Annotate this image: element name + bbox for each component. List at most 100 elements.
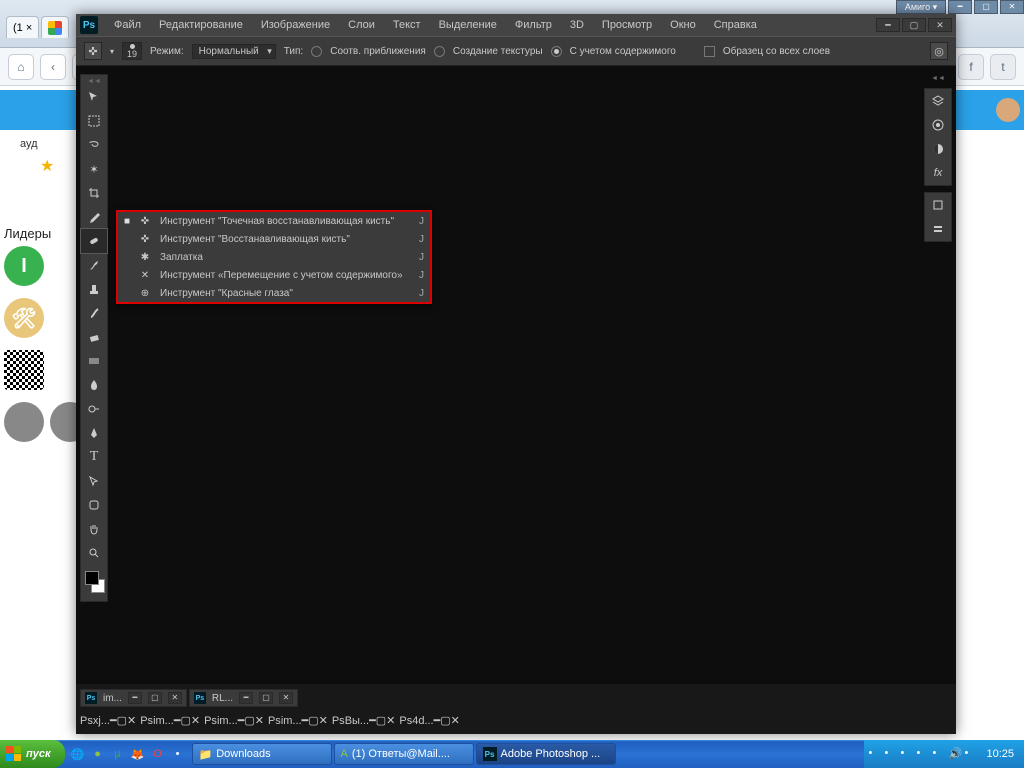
history-panel-icon[interactable] bbox=[925, 193, 951, 217]
taskbar-item-downloads[interactable]: 📁 Downloads bbox=[192, 743, 332, 765]
menu-help[interactable]: Справка bbox=[706, 16, 765, 34]
ps-maximize[interactable]: ▢ bbox=[902, 18, 926, 32]
adjustments-panel-icon[interactable] bbox=[925, 137, 951, 161]
flyout-item-patch[interactable]: ✱ Заплатка J bbox=[118, 248, 430, 266]
doc-tab[interactable]: Ps4d...━▢✕ bbox=[399, 714, 460, 727]
taskbar-item-photoshop[interactable]: Ps Adobe Photoshop ... bbox=[476, 743, 616, 765]
start-button[interactable]: пуск bbox=[0, 740, 65, 768]
lasso-tool[interactable] bbox=[81, 133, 107, 157]
eyedropper-tool[interactable] bbox=[81, 205, 107, 229]
tray-clock[interactable]: 10:25 bbox=[980, 748, 1020, 760]
chevron-down-icon[interactable]: ▾ bbox=[110, 47, 114, 56]
doc-tab[interactable]: PsВы...━▢✕ bbox=[332, 714, 396, 727]
ql-unknown-icon[interactable]: • bbox=[169, 745, 187, 763]
avatar[interactable]: I bbox=[4, 246, 44, 286]
tray-icon[interactable]: • bbox=[884, 747, 898, 761]
flyout-item-spot-healing[interactable]: ■ ✜ Инструмент "Точечная восстанавливающ… bbox=[118, 212, 430, 230]
tool-preset-icon[interactable]: ✜ bbox=[84, 42, 102, 60]
channels-panel-icon[interactable] bbox=[925, 113, 951, 137]
blur-tool[interactable] bbox=[81, 373, 107, 397]
avatar[interactable] bbox=[4, 350, 44, 390]
ql-firefox-icon[interactable]: 🦊 bbox=[129, 745, 147, 763]
menu-select[interactable]: Выделение bbox=[431, 16, 505, 34]
eraser-tool[interactable] bbox=[81, 325, 107, 349]
properties-panel-icon[interactable] bbox=[925, 217, 951, 241]
radio-proximity[interactable] bbox=[311, 46, 322, 57]
history-brush-tool[interactable] bbox=[81, 301, 107, 325]
browser-tab[interactable] bbox=[41, 16, 69, 38]
ps-minimize[interactable]: ━ bbox=[876, 18, 900, 32]
browser-maximize[interactable]: ▢ bbox=[974, 0, 998, 14]
stamp-tool[interactable] bbox=[81, 277, 107, 301]
taskbar-item-mail[interactable]: A (1) Ответы@Mail.... bbox=[334, 743, 474, 765]
menu-image[interactable]: Изображение bbox=[253, 16, 338, 34]
flyout-item-red-eye[interactable]: ⊕ Инструмент "Красные глаза" J bbox=[118, 284, 430, 302]
avatar[interactable]: 🛠 bbox=[4, 298, 44, 338]
browser-minimize[interactable]: ━ bbox=[948, 0, 972, 14]
doc-tab-close[interactable]: ✕ bbox=[168, 692, 182, 704]
crop-tool[interactable] bbox=[81, 181, 107, 205]
ql-opera-icon[interactable]: O bbox=[149, 745, 167, 763]
tray-icon[interactable]: • bbox=[932, 747, 946, 761]
dodge-tool[interactable] bbox=[81, 397, 107, 421]
wand-tool[interactable]: ✶ bbox=[81, 157, 107, 181]
path-select-tool[interactable] bbox=[81, 469, 107, 493]
doc-tab-max[interactable]: ▢ bbox=[148, 692, 162, 704]
layers-panel-icon[interactable] bbox=[925, 89, 951, 113]
menu-view[interactable]: Просмотр bbox=[594, 16, 660, 34]
brush-tool[interactable] bbox=[81, 253, 107, 277]
healing-brush-tool[interactable] bbox=[81, 229, 107, 253]
tray-icon[interactable]: • bbox=[916, 747, 930, 761]
menu-file[interactable]: Файл bbox=[106, 16, 149, 34]
doc-tab[interactable]: Ps im... ━ ▢ ✕ bbox=[80, 689, 187, 707]
doc-tab-max[interactable]: ▢ bbox=[259, 692, 273, 704]
home-button[interactable]: ⌂ bbox=[8, 54, 34, 80]
menu-layer[interactable]: Слои bbox=[340, 16, 383, 34]
shape-tool[interactable] bbox=[81, 493, 107, 517]
radio-texture[interactable] bbox=[434, 46, 445, 57]
menu-edit[interactable]: Редактирование bbox=[151, 16, 251, 34]
amigo-menu[interactable]: Амиго ▾ bbox=[896, 0, 946, 14]
sample-all-checkbox[interactable] bbox=[704, 46, 715, 57]
menu-filter[interactable]: Фильтр bbox=[507, 16, 560, 34]
radio-content-aware[interactable] bbox=[551, 46, 562, 57]
doc-tab[interactable]: Ps RL... ━ ▢ ✕ bbox=[189, 689, 298, 707]
profile-avatar[interactable] bbox=[996, 98, 1020, 122]
type-tool[interactable]: T bbox=[81, 445, 107, 469]
browser-close[interactable]: ✕ bbox=[1000, 0, 1024, 14]
tray-icon[interactable]: • bbox=[900, 747, 914, 761]
tray-icon[interactable]: • bbox=[868, 747, 882, 761]
doc-tab-min[interactable]: ━ bbox=[239, 692, 253, 704]
styles-panel-icon[interactable]: fx bbox=[925, 161, 951, 185]
mode-dropdown[interactable]: Нормальный bbox=[192, 44, 276, 59]
flyout-item-healing[interactable]: ✜ Инструмент "Восстанавливающая кисть" J bbox=[118, 230, 430, 248]
ql-amigo-icon[interactable]: ● bbox=[89, 745, 107, 763]
social-tw-icon[interactable]: t bbox=[990, 54, 1016, 80]
toolbox-grip[interactable]: ◄◄ bbox=[81, 77, 107, 85]
pressure-icon[interactable]: ◎ bbox=[930, 42, 948, 60]
doc-tab-min[interactable]: ━ bbox=[128, 692, 142, 704]
marquee-tool[interactable] bbox=[81, 109, 107, 133]
zoom-tool[interactable] bbox=[81, 541, 107, 565]
hand-tool[interactable] bbox=[81, 517, 107, 541]
social-fb-icon[interactable]: f bbox=[958, 54, 984, 80]
color-swatches[interactable] bbox=[81, 569, 107, 599]
doc-tab[interactable]: Psim...━▢✕ bbox=[140, 714, 200, 727]
ql-chrome-icon[interactable]: 🌐 bbox=[69, 745, 87, 763]
ql-utorrent-icon[interactable]: µ bbox=[109, 745, 127, 763]
ps-close[interactable]: ✕ bbox=[928, 18, 952, 32]
doc-tab[interactable]: Psxj...━▢✕ bbox=[80, 714, 136, 727]
avatar[interactable] bbox=[4, 402, 44, 442]
tray-icon[interactable]: • bbox=[964, 747, 978, 761]
tray-volume-icon[interactable]: 🔊 bbox=[948, 747, 962, 761]
dock-grip[interactable]: ◄◄ bbox=[924, 74, 952, 82]
doc-tab[interactable]: Psim...━▢✕ bbox=[204, 714, 264, 727]
pen-tool[interactable] bbox=[81, 421, 107, 445]
move-tool[interactable] bbox=[81, 85, 107, 109]
menu-type[interactable]: Текст bbox=[385, 16, 429, 34]
menu-window[interactable]: Окно bbox=[662, 16, 704, 34]
gradient-tool[interactable] bbox=[81, 349, 107, 373]
doc-tab-close[interactable]: ✕ bbox=[279, 692, 293, 704]
browser-tab[interactable]: (1 × bbox=[6, 16, 39, 38]
back-button[interactable]: ‹ bbox=[40, 54, 66, 80]
